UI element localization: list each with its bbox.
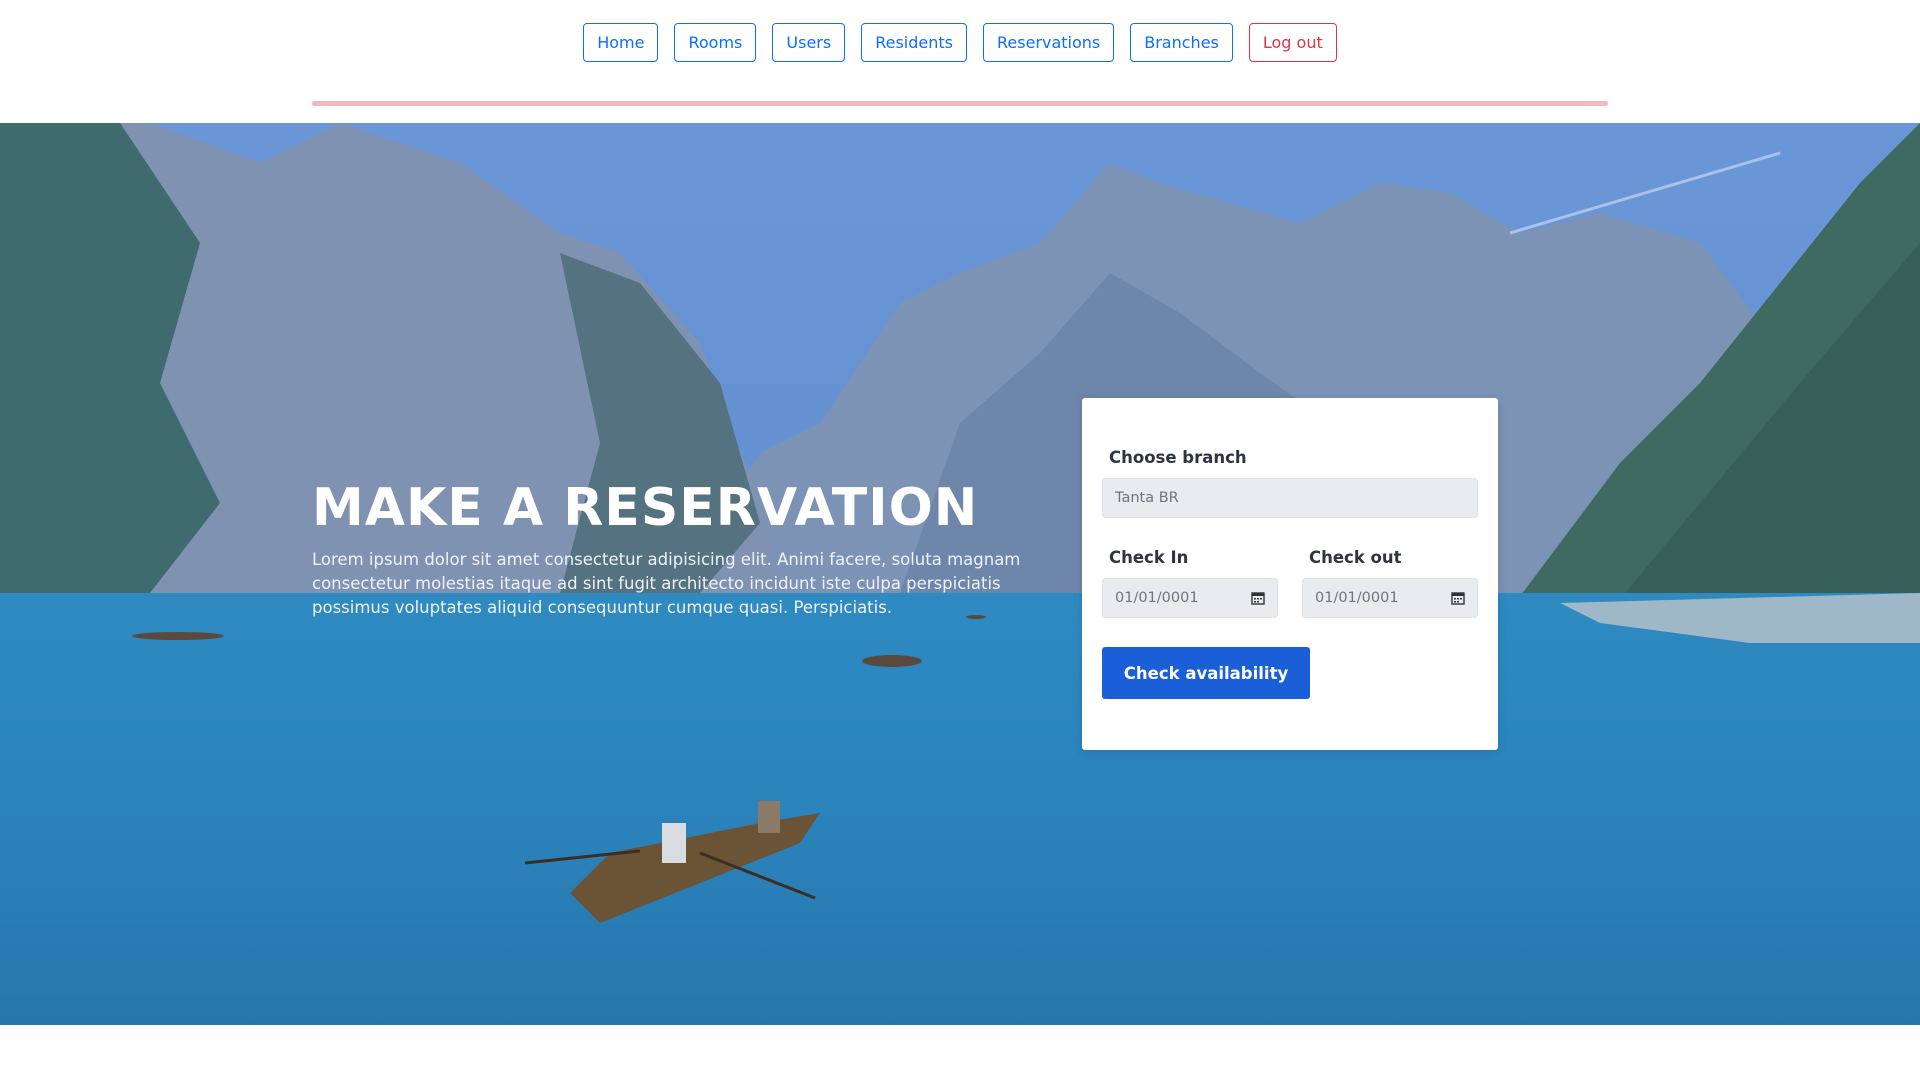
branch-select[interactable]: Tanta BR (1102, 478, 1478, 518)
nav-home-button[interactable]: Home (583, 23, 659, 62)
checkout-label: Check out (1309, 548, 1402, 567)
nav-rooms-button[interactable]: Rooms (674, 23, 757, 62)
nav-reservations-button[interactable]: Reservations (982, 23, 1115, 62)
nav-users-button[interactable]: Users (772, 23, 846, 62)
checkout-date-value: 01/01/0001 (1315, 590, 1399, 606)
calendar-icon[interactable] (1251, 591, 1265, 605)
logout-button[interactable]: Log out (1248, 23, 1337, 62)
nav-divider (312, 101, 1608, 106)
nav-residents-button[interactable]: Residents (861, 23, 967, 62)
hero-description: Lorem ipsum dolor sit amet consectetur a… (312, 550, 1021, 617)
top-nav: Home Rooms Users Residents Reservations … (0, 23, 1920, 62)
branch-label: Choose branch (1109, 448, 1247, 467)
checkout-date-input[interactable]: 01/01/0001 (1302, 578, 1478, 618)
hero-section: MAKE A RESERVATION Lorem ipsum dolor sit… (0, 123, 1920, 1025)
calendar-icon[interactable] (1451, 591, 1465, 605)
branch-select-value: Tanta BR (1115, 490, 1179, 506)
checkin-date-value: 01/01/0001 (1115, 590, 1199, 606)
booking-card: Choose branch Tanta BR Check In Check ou… (1082, 398, 1498, 750)
hero-title: MAKE A RESERVATION (312, 478, 979, 538)
check-availability-button[interactable]: Check availability (1102, 647, 1310, 699)
checkin-date-input[interactable]: 01/01/0001 (1102, 578, 1278, 618)
checkin-label: Check In (1109, 548, 1189, 567)
nav-branches-button[interactable]: Branches (1130, 23, 1233, 62)
